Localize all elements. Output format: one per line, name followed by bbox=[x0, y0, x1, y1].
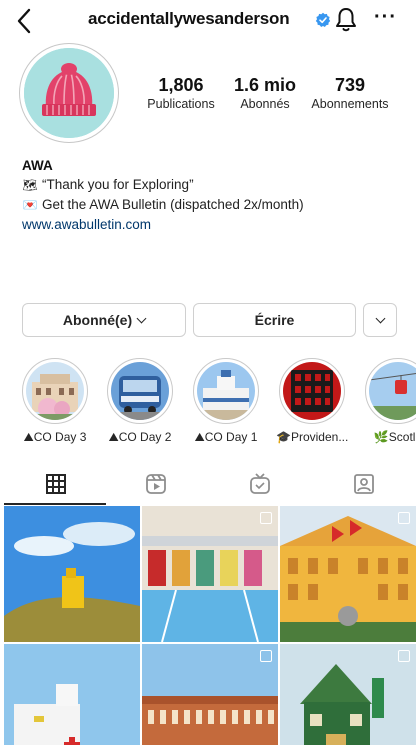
highlight-ring bbox=[279, 358, 345, 424]
multiple-posts-icon bbox=[260, 512, 272, 524]
tab-grid[interactable] bbox=[4, 463, 108, 505]
stat-following-value: 739 bbox=[334, 75, 366, 95]
bio-line-2: 💌 Get the AWA Bulletin (dispatched 2x/mon… bbox=[22, 195, 402, 215]
stat-posts-value: 1,806 bbox=[158, 75, 204, 95]
stat-posts-label: Publications bbox=[147, 97, 215, 111]
highlight-label: ⛰CO Day 2 bbox=[108, 430, 172, 444]
profile-tabs bbox=[0, 463, 416, 505]
post-thumbnail[interactable] bbox=[280, 506, 416, 642]
verified-badge-icon bbox=[315, 12, 331, 27]
highlight-cover-image bbox=[111, 362, 169, 420]
stat-followers[interactable]: 1.6 mio Abonnés bbox=[232, 75, 298, 113]
tab-tagged[interactable] bbox=[312, 463, 416, 505]
bio-line-1: 🗺 “Thank you for Exploring” bbox=[22, 175, 402, 195]
post-thumbnail[interactable] bbox=[142, 644, 278, 745]
more-options-icon[interactable]: ··· bbox=[374, 6, 397, 29]
chevron-left-icon[interactable] bbox=[14, 6, 36, 36]
highlight-cover-image bbox=[197, 362, 255, 420]
post-image bbox=[4, 506, 140, 642]
reels-icon bbox=[146, 474, 166, 494]
bio-line-2-text: Get the AWA Bulletin (dispatched 2x/mont… bbox=[42, 197, 304, 212]
multiple-posts-icon bbox=[398, 650, 410, 662]
chevron-down-icon bbox=[136, 313, 147, 323]
highlight-co-day-2[interactable]: ⛰CO Day 2 bbox=[104, 358, 176, 445]
post-thumbnail[interactable] bbox=[142, 506, 278, 642]
bio-line-1-text: “Thank you for Exploring” bbox=[42, 177, 194, 192]
highlight-label: 🎓Providen... bbox=[276, 430, 348, 444]
highlight-co-day-1[interactable]: ⛰CO Day 1 bbox=[190, 358, 262, 445]
stat-following[interactable]: 739 Abonnements bbox=[310, 75, 390, 113]
chevron-down-icon bbox=[375, 313, 385, 323]
highlight-ring bbox=[107, 358, 173, 424]
love-letter-icon: 💌 bbox=[22, 198, 38, 212]
highlight-cover-image bbox=[26, 362, 84, 420]
highlight-label: ⛰CO Day 3 bbox=[23, 430, 87, 444]
mountain-icon: ⛰ bbox=[108, 430, 119, 444]
tab-igtv[interactable] bbox=[208, 463, 312, 505]
post-image bbox=[142, 644, 278, 745]
suggested-accounts-button[interactable] bbox=[363, 303, 397, 337]
stat-followers-value: 1.6 mio bbox=[233, 75, 297, 95]
highlight-ring bbox=[365, 358, 416, 424]
following-button-label: Abonné(e) bbox=[62, 312, 133, 328]
highlight-cover-image bbox=[368, 362, 416, 420]
highlight-label: ⛰CO Day 1 bbox=[194, 430, 258, 444]
highlight-providence[interactable]: 🎓Providen... bbox=[276, 358, 348, 444]
top-bar: accidentallywesanderson ··· bbox=[0, 0, 416, 44]
post-image bbox=[280, 644, 416, 745]
mountain-icon: ⛰ bbox=[194, 430, 205, 444]
post-thumbnail[interactable] bbox=[4, 644, 140, 745]
map-icon: 🗺 bbox=[22, 178, 38, 192]
graduation-cap-icon: 🎓 bbox=[276, 430, 291, 444]
post-image bbox=[142, 506, 278, 642]
highlight-label: 🌿Scotla bbox=[373, 430, 416, 444]
message-button[interactable]: Écrire bbox=[193, 303, 356, 337]
avatar[interactable] bbox=[24, 48, 114, 138]
tagged-icon bbox=[354, 474, 374, 494]
mountain-icon: ⛰ bbox=[23, 430, 34, 444]
message-button-label: Écrire bbox=[254, 312, 295, 328]
stat-following-label: Abonnements bbox=[311, 97, 389, 111]
highlight-ring bbox=[22, 358, 88, 424]
highlight-co-day-3[interactable]: ⛰CO Day 3 bbox=[19, 358, 91, 445]
stat-followers-label: Abonnés bbox=[240, 97, 290, 111]
post-image bbox=[4, 644, 140, 745]
post-thumbnail[interactable] bbox=[4, 506, 140, 642]
highlight-ring bbox=[193, 358, 259, 424]
multiple-posts-icon bbox=[398, 512, 410, 524]
multiple-posts-icon bbox=[260, 650, 272, 662]
active-tab-indicator bbox=[4, 503, 106, 505]
igtv-icon bbox=[250, 473, 270, 494]
profile-name: AWA bbox=[22, 158, 53, 173]
herb-icon: 🌿 bbox=[373, 430, 389, 444]
posts-grid bbox=[4, 506, 416, 745]
post-thumbnail[interactable] bbox=[280, 644, 416, 745]
grid-icon bbox=[46, 474, 66, 494]
bio-link[interactable]: www.awabulletin.com bbox=[22, 215, 402, 234]
highlight-cover-image bbox=[283, 362, 341, 420]
highlight-scotland[interactable]: 🌿Scotla bbox=[362, 358, 416, 444]
profile-bio: AWA 🗺 “Thank you for Exploring” 💌 Get the … bbox=[22, 156, 402, 234]
post-image bbox=[280, 506, 416, 642]
following-button[interactable]: Abonné(e) bbox=[22, 303, 186, 337]
knit-beanie-icon bbox=[24, 48, 114, 138]
stat-posts[interactable]: 1,806 Publications bbox=[143, 75, 219, 113]
profile-username: accidentallywesanderson bbox=[88, 9, 290, 28]
tab-reels[interactable] bbox=[104, 463, 208, 505]
bell-icon[interactable] bbox=[334, 6, 358, 34]
